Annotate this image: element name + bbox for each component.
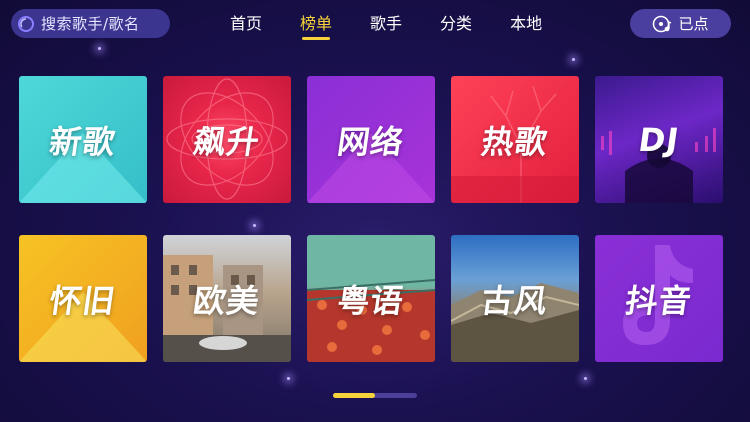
tile-douyin[interactable]: 抖音 [595, 235, 723, 362]
tile-nostalgic[interactable]: 怀旧 [19, 235, 147, 362]
disc-music-icon [653, 15, 672, 32]
tile-label: 古风 [479, 281, 551, 320]
background-sparkle [287, 377, 290, 380]
tab-categories[interactable]: 分类 [440, 12, 472, 36]
tile-western[interactable]: 欧美 [163, 235, 291, 362]
tile-ancient-style[interactable]: 古风 [451, 235, 579, 362]
tile-label: 热歌 [479, 122, 551, 161]
tile-label: 新歌 [47, 122, 119, 161]
tile-dj[interactable]: DJ [595, 76, 723, 203]
tile-hot-songs[interactable]: 热歌 [451, 76, 579, 203]
background-sparkle [253, 224, 256, 227]
background-sparkle [98, 47, 101, 50]
background-sparkle [584, 377, 587, 380]
tab-home[interactable]: 首页 [230, 12, 262, 36]
picked-songs-button[interactable]: 已点 [630, 9, 731, 38]
tile-label: 粤语 [335, 281, 407, 320]
picked-songs-label: 已点 [678, 15, 709, 33]
tile-label: 怀旧 [47, 281, 119, 320]
tile-label: 欧美 [191, 281, 263, 320]
search-placeholder: 搜索歌手/歌名 [41, 15, 140, 33]
background-sparkle [572, 58, 575, 61]
top-nav: 首页 榜单 歌手 分类 本地 [230, 12, 580, 40]
tile-label: 网络 [335, 122, 407, 161]
tile-internet[interactable]: 网络 [307, 76, 435, 203]
tile-cantonese[interactable]: 粤语 [307, 235, 435, 362]
tab-local[interactable]: 本地 [510, 12, 542, 36]
page-indicator-fill [333, 393, 375, 398]
tile-label: 飙升 [191, 122, 263, 161]
tile-label: DJ [636, 120, 682, 159]
tile-rising[interactable]: 飙升 [163, 76, 291, 203]
search-bar[interactable]: 搜索歌手/歌名 [11, 9, 170, 38]
search-icon [18, 15, 34, 32]
page-indicator [333, 393, 417, 398]
tile-label: 抖音 [623, 281, 695, 320]
tile-new-songs[interactable]: 新歌 [19, 76, 147, 203]
tab-charts[interactable]: 榜单 [300, 12, 332, 40]
tab-singers[interactable]: 歌手 [370, 12, 402, 36]
